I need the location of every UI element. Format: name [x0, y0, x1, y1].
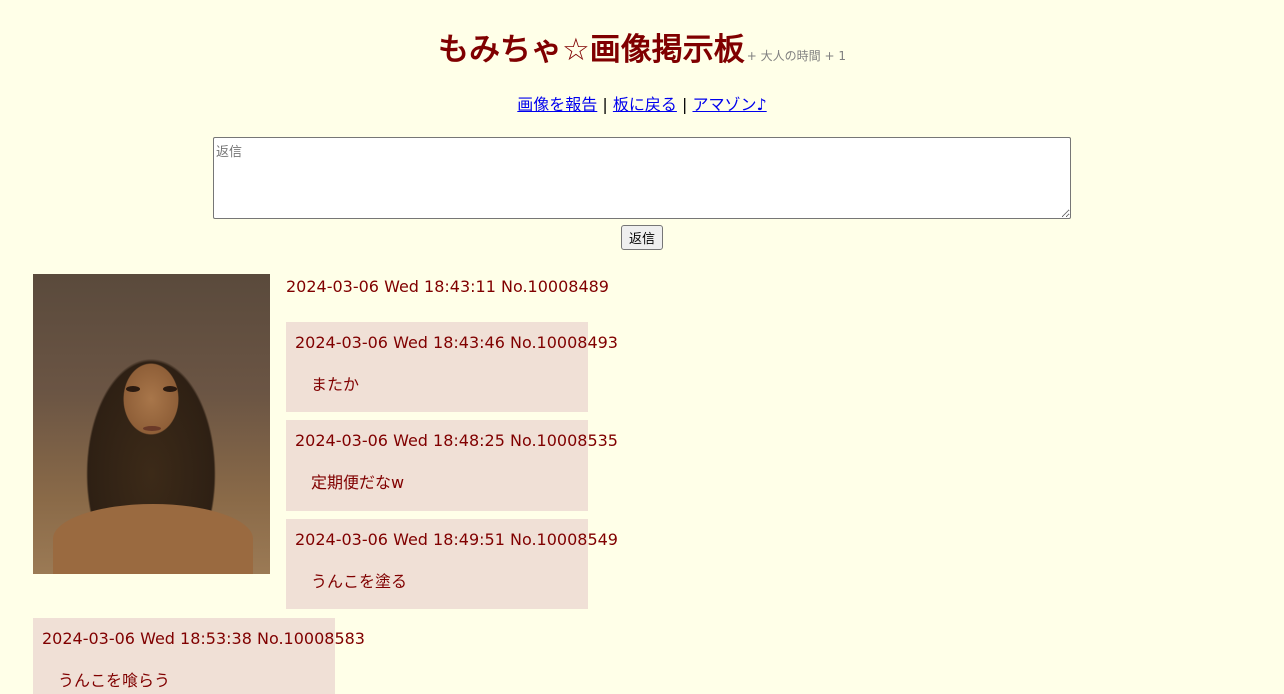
nav-separator: |: [682, 95, 688, 114]
reply-textarea[interactable]: [213, 137, 1071, 219]
reply-meta: 2024-03-06 Wed 18:43:46 No.10008493: [295, 333, 618, 352]
back-to-board-link[interactable]: 板に戻る: [613, 95, 677, 114]
amazon-link[interactable]: アマゾン♪: [692, 95, 766, 114]
image-detail: [126, 386, 140, 392]
reply-post: 2024-03-06 Wed 18:43:46 No.10008493 またか: [286, 322, 618, 412]
reply-body: 定期便だなw: [311, 473, 405, 492]
reply-post: 2024-03-06 Wed 18:53:38 No.10008583 うんこを…: [33, 618, 365, 694]
reply-body: うんこを喰らう: [58, 671, 171, 690]
nav-links: 画像を報告 | 板に戻る | アマゾン♪: [0, 91, 1284, 115]
reply-body: うんこを塗る: [311, 572, 408, 591]
image-detail: [163, 386, 177, 392]
page-header: もみちゃ☆画像掲示板 + 大人の時間 + 1: [0, 24, 1284, 69]
reply-meta: 2024-03-06 Wed 18:49:51 No.10008549: [295, 530, 618, 549]
reply-post: 2024-03-06 Wed 18:48:25 No.10008535 定期便だ…: [286, 420, 618, 511]
board-subtitle: + 大人の時間 + 1: [746, 49, 846, 63]
reply-meta: 2024-03-06 Wed 18:53:38 No.10008583: [42, 629, 365, 648]
op-post-meta: 2024-03-06 Wed 18:43:11 No.10008489: [286, 277, 609, 296]
board-title: もみちゃ☆画像掲示板: [438, 32, 745, 68]
image-detail: [143, 426, 161, 431]
report-image-link[interactable]: 画像を報告: [517, 95, 597, 114]
reply-post: 2024-03-06 Wed 18:49:51 No.10008549 うんこを…: [286, 519, 618, 609]
reply-meta: 2024-03-06 Wed 18:48:25 No.10008535: [295, 431, 618, 450]
reply-button[interactable]: 返信: [621, 225, 663, 250]
nav-separator: |: [602, 95, 608, 114]
reply-body: またか: [311, 375, 360, 394]
thread-image[interactable]: [33, 274, 270, 574]
image-detail: [53, 504, 253, 574]
